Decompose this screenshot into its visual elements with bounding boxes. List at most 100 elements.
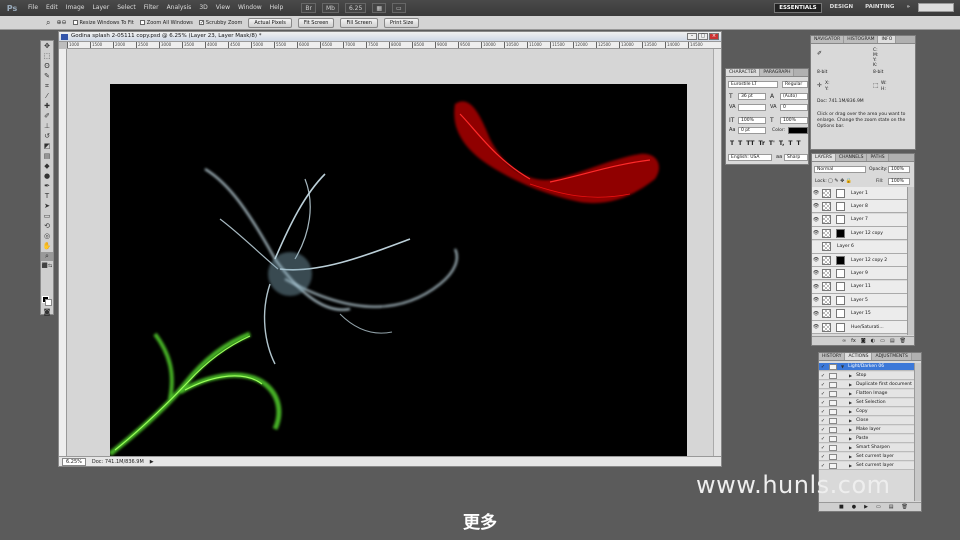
layers-scrollbar[interactable] [907, 187, 914, 335]
new-layer-icon[interactable]: ▤ [890, 338, 895, 344]
tab-layers[interactable]: LAYERS [812, 154, 836, 161]
zoom-in-out-icons[interactable]: ⊕⊖ [56, 19, 66, 26]
blend-mode-dropdown[interactable]: Normal [814, 166, 866, 173]
type-style-button[interactable]: TT [746, 140, 754, 147]
layer-mask-thumbnail[interactable] [836, 228, 845, 238]
dialog-toggle-box[interactable] [829, 390, 837, 397]
action-row[interactable]: ✓ ▶ Duplicate first document [819, 381, 916, 389]
group-folder-icon[interactable]: ▭ [880, 338, 885, 344]
document-tab[interactable]: Godina splash 2-05111 copy.psd @ 6.25% (… [59, 32, 721, 42]
visibility-eye-icon[interactable]: 👁 [812, 203, 820, 209]
marquee-tool-icon[interactable]: ⬚ [41, 52, 53, 61]
layer-row[interactable]: 👁 Layer 12 copy [812, 227, 908, 241]
tab-actions[interactable]: ACTIONS [845, 353, 873, 360]
dialog-toggle-box[interactable] [829, 444, 837, 451]
launch-minibridge-button[interactable]: Mb [321, 3, 339, 13]
menu-select[interactable]: Select [113, 0, 140, 16]
canvas-area[interactable] [67, 49, 713, 460]
resize-windows-checkbox[interactable]: Resize Windows To Fit [72, 20, 134, 26]
leading-field[interactable]: (Auto) [780, 93, 808, 100]
baseline-shift-field[interactable]: 0 pt [738, 127, 766, 134]
status-menu-arrow-icon[interactable]: ▶ [150, 459, 154, 465]
layer-mask-thumbnail[interactable] [836, 255, 845, 265]
antialias-dropdown[interactable]: Sharp [784, 154, 808, 161]
dialog-toggle-box[interactable] [829, 435, 837, 442]
default-colors-icon[interactable]: ⬛⇆ [41, 262, 53, 271]
action-enabled-checkmark-icon[interactable]: ✓ [819, 409, 827, 415]
launch-bridge-button[interactable]: Br [301, 3, 316, 13]
menu-layer[interactable]: Layer [88, 0, 113, 16]
dialog-toggle-box[interactable] [829, 381, 837, 388]
horizontal-ruler[interactable]: 1000 1500 2000 2500 3000 3500 4000 4500 5000 5500… [67, 42, 721, 49]
layer-row[interactable]: 👁 Layer 5 [812, 294, 908, 308]
eraser-tool-icon[interactable]: ◩ [41, 142, 53, 151]
type-style-button[interactable]: T, [779, 140, 785, 147]
menu-3d[interactable]: 3D [195, 0, 211, 16]
dodge-tool-icon[interactable]: ● [41, 172, 53, 181]
arrange-documents-button[interactable]: ▦ [372, 3, 386, 13]
layer-row[interactable]: 👁 Layer 7 [812, 213, 908, 227]
menu-file[interactable]: File [24, 0, 42, 16]
action-enabled-checkmark-icon[interactable]: ✓ [819, 373, 827, 379]
layer-row[interactable]: 👁 Hue/Saturati... [812, 321, 908, 334]
type-style-button[interactable]: T [730, 140, 734, 147]
visibility-eye-icon[interactable]: 👁 [812, 311, 820, 317]
layer-mask-thumbnail[interactable] [836, 268, 845, 278]
delete-layer-icon[interactable]: 🗑 [900, 338, 906, 344]
layer-mask-thumbnail[interactable] [836, 188, 845, 198]
action-row[interactable]: ✓ ▶ Make layer [819, 426, 916, 434]
layer-row[interactable]: 👁 Layer 1 [812, 187, 908, 200]
zoom-level-dropdown[interactable]: 6.25 [344, 3, 367, 13]
layer-row[interactable]: 👁 Layer 9 [812, 267, 908, 281]
dialog-toggle-box[interactable] [829, 408, 837, 415]
clone-stamp-tool-icon[interactable]: ⊥ [41, 122, 53, 131]
expand-triangle-icon[interactable]: ▶ [849, 373, 852, 378]
layer-mask-thumbnail[interactable] [836, 309, 845, 319]
fit-screen-button[interactable]: Fit Screen [297, 17, 335, 28]
tracking-field[interactable]: 0 [780, 104, 808, 111]
type-style-button[interactable]: T' [769, 140, 775, 147]
eyedropper-tool-icon[interactable]: ⁄ [41, 92, 53, 101]
layer-row[interactable]: 👁 Layer 11 [812, 280, 908, 294]
close-icon[interactable]: × [709, 33, 719, 40]
tab-channels[interactable]: CHANNELS [835, 154, 868, 161]
layer-mask-thumbnail[interactable] [836, 282, 845, 292]
menu-image[interactable]: Image [62, 0, 89, 16]
checkbox-box[interactable] [139, 20, 145, 25]
zoom-all-windows-checkbox[interactable]: Zoom All Windows [139, 20, 193, 26]
action-enabled-checkmark-icon[interactable]: ✓ [819, 427, 827, 433]
menu-view[interactable]: View [212, 0, 234, 16]
shape-tool-icon[interactable]: ▭ [41, 212, 53, 221]
expand-triangle-icon[interactable]: ▶ [849, 400, 852, 405]
quick-selection-tool-icon[interactable]: ✎ [41, 72, 53, 81]
dialog-toggle-box[interactable] [829, 417, 837, 424]
action-enabled-checkmark-icon[interactable]: ✓ [819, 454, 827, 460]
zoom-tool-icon[interactable]: ⌕ [41, 252, 53, 261]
dialog-toggle-box[interactable] [829, 426, 837, 433]
blur-tool-icon[interactable]: ◆ [41, 162, 53, 171]
action-row[interactable]: ✓ ▶ Set current layer [819, 462, 916, 470]
visibility-eye-icon[interactable]: 👁 [812, 257, 820, 263]
layer-row[interactable]: 👁 Layer 8 [812, 200, 908, 214]
visibility-eye-icon[interactable]: 👁 [812, 284, 820, 290]
minimize-icon[interactable]: – [687, 33, 697, 40]
3d-orbit-tool-icon[interactable]: ◎ [41, 232, 53, 241]
hand-tool-icon[interactable]: ✋ [41, 242, 53, 251]
action-row[interactable]: ✓ ▶ Set Selection [819, 399, 916, 407]
type-style-button[interactable]: T [738, 140, 742, 147]
actions-scrollbar[interactable] [914, 363, 921, 501]
menu-analysis[interactable]: Analysis [163, 0, 196, 16]
font-size-field[interactable]: 36 pt [738, 93, 766, 100]
menu-edit[interactable]: Edit [42, 0, 62, 16]
horizontal-scale-field[interactable]: 100% [780, 117, 808, 124]
zoom-percentage-field[interactable]: 6.25% [62, 457, 86, 466]
workspace-design[interactable]: DESIGN [826, 3, 857, 13]
action-enabled-checkmark-icon[interactable]: ✓ [819, 400, 827, 406]
background-color-swatch[interactable] [45, 299, 52, 306]
dialog-toggle-box[interactable] [829, 372, 837, 379]
visibility-eye-icon[interactable]: 👁 [812, 324, 820, 330]
3d-rotate-tool-icon[interactable]: ⟲ [41, 222, 53, 231]
layer-mask-thumbnail[interactable] [836, 295, 845, 305]
layer-row[interactable]: Layer 6 [812, 240, 908, 254]
vertical-scrollbar[interactable] [713, 49, 721, 456]
